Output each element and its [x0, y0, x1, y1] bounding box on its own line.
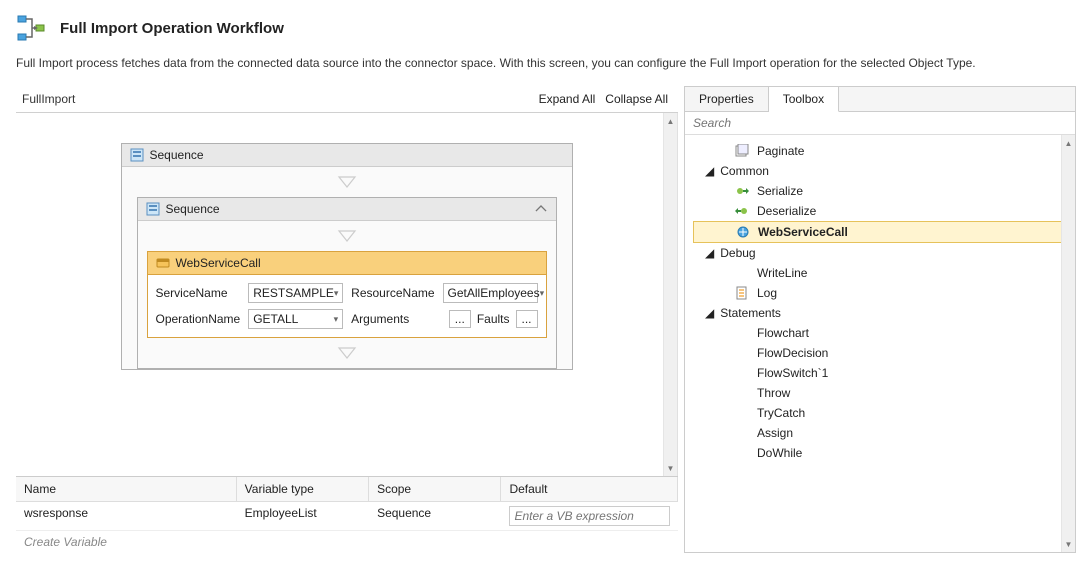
toolbox-item-paginate[interactable]: Paginate [685, 141, 1075, 161]
inner-sequence-activity[interactable]: Sequence WebServiceCall [137, 197, 557, 369]
right-pane: Properties Toolbox Paginate ◢ Common Ser… [684, 86, 1076, 553]
toolbox-group-statements[interactable]: ◢ Statements [685, 303, 1075, 323]
designer-canvas[interactable]: Sequence Sequence [16, 113, 678, 476]
resourcename-select[interactable]: GetAllEmployees▾ [443, 283, 538, 303]
scroll-down-icon[interactable]: ▼ [1062, 536, 1075, 552]
variables-panel: Name Variable type Scope Default wsrespo… [16, 476, 678, 553]
toolbox-item-log[interactable]: Log [685, 283, 1075, 303]
webservicecall-activity[interactable]: WebServiceCall ServiceName RESTSAMPLE▾ R… [147, 251, 547, 338]
scroll-down-icon[interactable]: ▼ [664, 460, 677, 476]
toolbox-group-debug[interactable]: ◢ Debug [685, 243, 1075, 263]
col-default[interactable]: Default [501, 477, 678, 501]
var-type[interactable]: EmployeeList [237, 502, 369, 530]
paginate-icon [735, 144, 749, 158]
outer-sequence-title: Sequence [150, 148, 204, 162]
page-title: Full Import Operation Workflow [60, 20, 284, 37]
toolbox-item-flowchart[interactable]: Flowchart [685, 323, 1075, 343]
arguments-button[interactable]: ... [449, 310, 471, 328]
webservice-icon [736, 225, 750, 239]
toolbox-item-webservicecall[interactable]: WebServiceCall [693, 221, 1067, 243]
log-icon [735, 286, 749, 300]
toolbox-item-flowswitch[interactable]: FlowSwitch`1 [685, 363, 1075, 383]
page-description: Full Import process fetches data from th… [0, 52, 1092, 86]
var-name[interactable]: wsresponse [16, 502, 237, 530]
chevron-down-icon: ▾ [334, 288, 339, 299]
scroll-up-icon[interactable]: ▲ [664, 113, 677, 129]
faults-label: Faults [477, 312, 510, 326]
webservice-icon [156, 256, 170, 270]
toolbox-group-common[interactable]: ◢ Common [685, 161, 1075, 181]
caret-down-icon: ◢ [705, 246, 714, 260]
col-name[interactable]: Name [16, 477, 237, 501]
outer-sequence-activity[interactable]: Sequence Sequence [121, 143, 573, 370]
variables-header: Name Variable type Scope Default [16, 477, 678, 502]
var-scope[interactable]: Sequence [369, 502, 501, 530]
expand-all-button[interactable]: Expand All [539, 92, 596, 106]
toolbox-item-assign[interactable]: Assign [685, 423, 1075, 443]
connector-arrow [138, 338, 556, 368]
serialize-icon [735, 184, 749, 198]
arguments-label: Arguments [351, 312, 434, 326]
designer-header: FullImport Expand All Collapse All [16, 86, 678, 113]
var-default-input[interactable] [509, 506, 670, 526]
servicename-label: ServiceName [156, 286, 241, 300]
page-header: Full Import Operation Workflow [0, 0, 1092, 52]
sequence-icon [146, 202, 160, 216]
connector-arrow [138, 221, 556, 251]
toolbox-item-deserialize[interactable]: Deserialize [685, 201, 1075, 221]
operationname-label: OperationName [156, 312, 241, 326]
toolbox-search-input[interactable] [685, 112, 1075, 134]
caret-down-icon: ◢ [705, 306, 714, 320]
deserialize-icon [735, 204, 749, 218]
tab-properties[interactable]: Properties [685, 87, 769, 111]
col-scope[interactable]: Scope [369, 477, 501, 501]
inner-sequence-title: Sequence [166, 202, 220, 216]
right-tabs: Properties Toolbox [685, 87, 1075, 112]
toolbox-item-flowdecision[interactable]: FlowDecision [685, 343, 1075, 363]
sequence-icon [130, 148, 144, 162]
faults-button[interactable]: ... [516, 310, 538, 328]
resourcename-label: ResourceName [351, 286, 434, 300]
toolbox-tree[interactable]: Paginate ◢ Common Serialize Deserialize … [685, 135, 1075, 552]
toolbox-item-serialize[interactable]: Serialize [685, 181, 1075, 201]
blank-icon [735, 266, 749, 280]
toolbox-item-writeline[interactable]: WriteLine [685, 263, 1075, 283]
tab-toolbox[interactable]: Toolbox [769, 87, 839, 112]
chevron-down-icon: ▾ [334, 314, 339, 325]
col-type[interactable]: Variable type [237, 477, 369, 501]
workflow-icon [16, 12, 48, 44]
servicename-select[interactable]: RESTSAMPLE▾ [248, 283, 343, 303]
webservicecall-title: WebServiceCall [176, 256, 261, 270]
toolbox-scrollbar[interactable]: ▲ ▼ [1061, 135, 1075, 552]
variable-row[interactable]: wsresponse EmployeeList Sequence [16, 502, 678, 531]
breadcrumb[interactable]: FullImport [16, 92, 75, 106]
toolbox-item-trycatch[interactable]: TryCatch [685, 403, 1075, 423]
chevron-down-icon: ▾ [540, 288, 545, 299]
operationname-select[interactable]: GETALL▾ [248, 309, 343, 329]
collapse-all-button[interactable]: Collapse All [605, 92, 668, 106]
scroll-up-icon[interactable]: ▲ [1062, 135, 1075, 151]
toolbox-item-dowhile[interactable]: DoWhile [685, 443, 1075, 463]
create-variable-link[interactable]: Create Variable [16, 531, 678, 553]
collapse-icon[interactable] [534, 203, 548, 216]
toolbox-item-throw[interactable]: Throw [685, 383, 1075, 403]
connector-arrow [122, 167, 572, 197]
caret-down-icon: ◢ [705, 164, 714, 178]
vertical-scrollbar[interactable]: ▲ ▼ [663, 113, 677, 476]
